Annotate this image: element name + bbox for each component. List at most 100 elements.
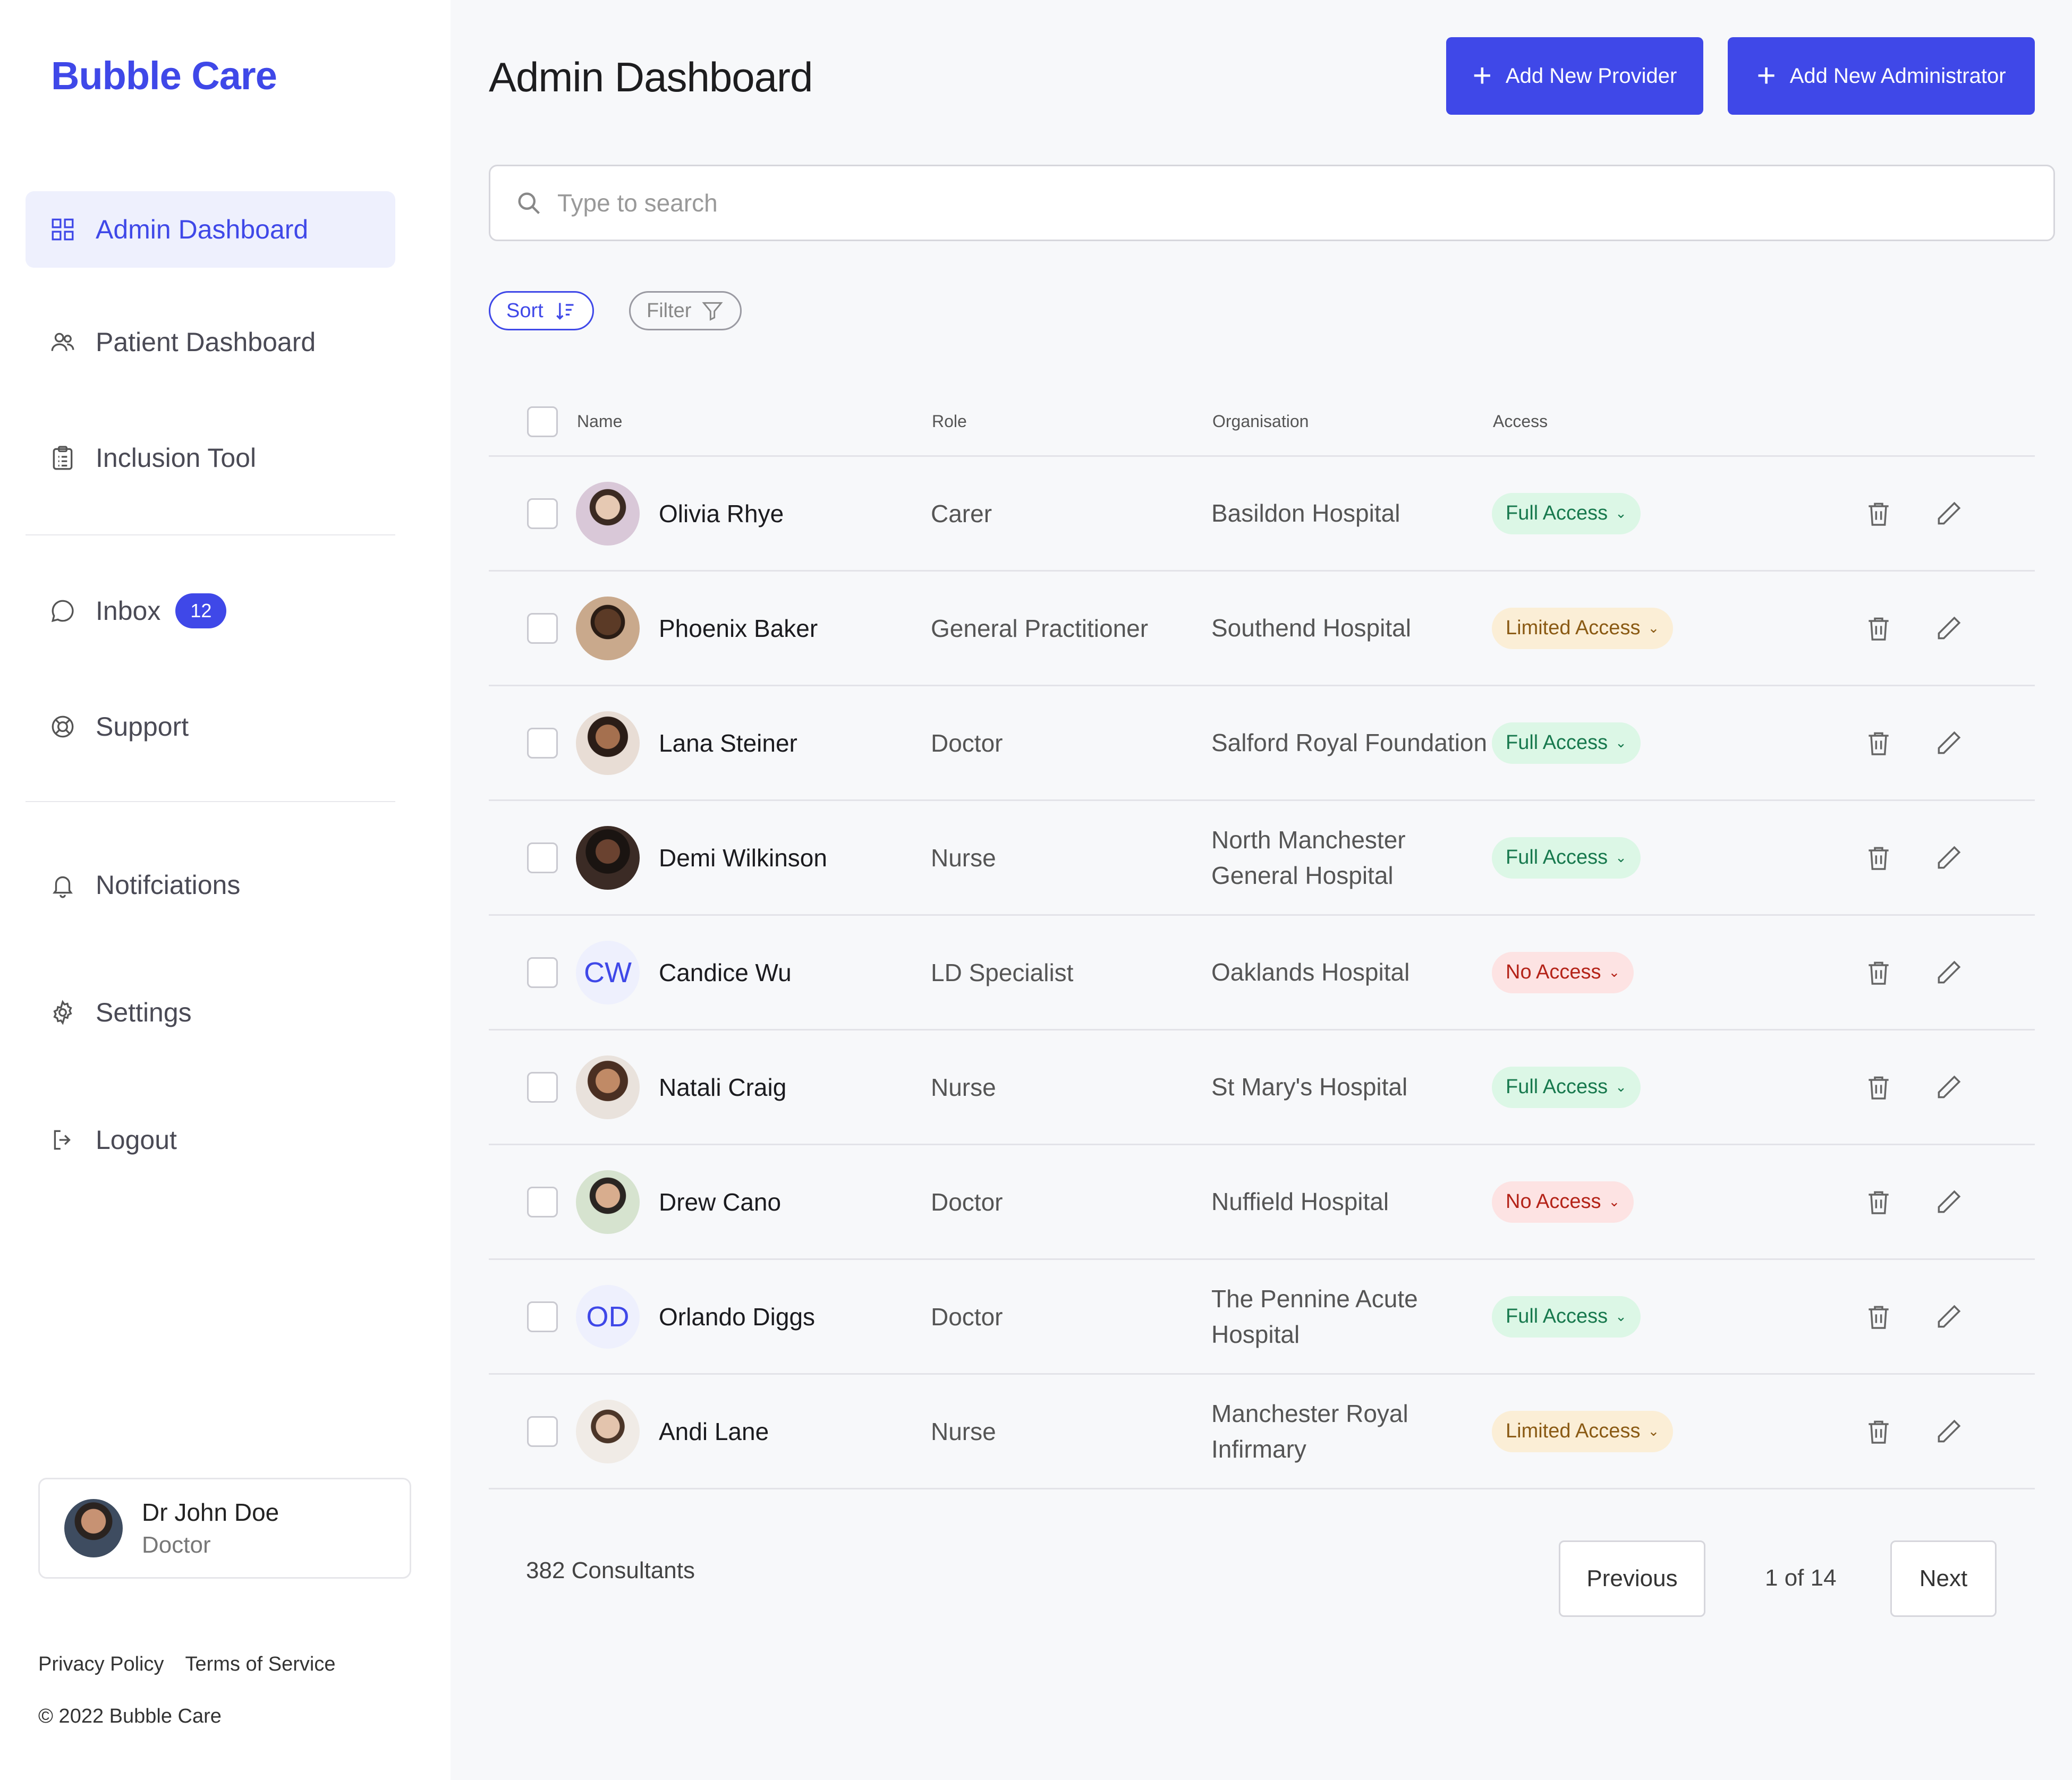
sort-icon xyxy=(556,303,574,320)
add-administrator-button[interactable]: + Add New Administrator xyxy=(1728,37,2035,115)
access-cell: No Access ⌄ xyxy=(1492,1181,1864,1223)
avatar xyxy=(64,1499,123,1557)
sort-button[interactable]: Sort xyxy=(489,291,594,330)
trash-icon[interactable] xyxy=(1864,614,1893,643)
table-row[interactable]: Phoenix Baker General Practitioner South… xyxy=(489,572,2035,686)
trash-icon[interactable] xyxy=(1864,1187,1893,1217)
select-all-checkbox[interactable] xyxy=(527,406,558,437)
row-actions xyxy=(1864,958,1964,987)
access-dropdown[interactable]: Limited Access ⌄ xyxy=(1492,1410,1674,1452)
table-row[interactable]: OD Orlando Diggs Doctor The Pennine Acut… xyxy=(489,1260,2035,1375)
next-page-button[interactable]: Next xyxy=(1890,1540,1997,1617)
access-dropdown[interactable]: Full Access ⌄ xyxy=(1492,722,1641,764)
trash-icon[interactable] xyxy=(1864,1072,1893,1102)
table-row[interactable]: Lana Steiner Doctor Salford Royal Founda… xyxy=(489,686,2035,801)
sidebar-item-admin-dashboard[interactable]: Admin Dashboard xyxy=(26,191,395,268)
sidebar-item-logout[interactable]: Logout xyxy=(26,1102,395,1178)
edit-icon[interactable] xyxy=(1934,958,1964,987)
user-organisation: Manchester Royal Infirmary xyxy=(1211,1399,1408,1463)
sidebar: Bubble Care Admin Dashboard Patient Dash… xyxy=(0,0,451,1780)
trash-icon[interactable] xyxy=(1864,499,1893,529)
edit-icon[interactable] xyxy=(1934,1417,1964,1446)
row-actions xyxy=(1864,1187,1964,1217)
trash-icon[interactable] xyxy=(1864,1417,1893,1446)
row-checkbox[interactable] xyxy=(527,612,558,644)
edit-icon[interactable] xyxy=(1934,1187,1964,1217)
access-dropdown[interactable]: No Access ⌄ xyxy=(1492,951,1634,993)
brand-logo[interactable]: Bubble Care xyxy=(51,53,277,98)
user-name: Olivia Rhye xyxy=(659,499,784,527)
privacy-policy-link[interactable]: Privacy Policy xyxy=(38,1653,164,1676)
search-bar[interactable] xyxy=(489,165,2055,241)
avatar xyxy=(576,711,640,775)
terms-of-service-link[interactable]: Terms of Service xyxy=(185,1653,336,1676)
filter-label: Filter xyxy=(647,299,692,322)
table-row[interactable]: Drew Cano Doctor Nuffield Hospital No Ac… xyxy=(489,1145,2035,1260)
row-checkbox[interactable] xyxy=(527,727,558,759)
user-role: Doctor xyxy=(931,729,1003,757)
sidebar-item-notifications[interactable]: Notifciations xyxy=(26,847,395,923)
sidebar-item-patient-dashboard[interactable]: Patient Dashboard xyxy=(26,304,395,380)
access-dropdown[interactable]: Full Access ⌄ xyxy=(1492,1296,1641,1338)
access-label: No Access xyxy=(1506,961,1601,983)
edit-icon[interactable] xyxy=(1934,1072,1964,1102)
user-profile-card[interactable]: Dr John Doe Doctor xyxy=(38,1478,411,1579)
access-dropdown[interactable]: Limited Access ⌄ xyxy=(1492,607,1674,649)
avatar xyxy=(576,1399,640,1463)
user-name: Natali Craig xyxy=(659,1073,787,1101)
table-row[interactable]: CW Candice Wu LD Specialist Oaklands Hos… xyxy=(489,916,2035,1030)
previous-page-button[interactable]: Previous xyxy=(1559,1540,1705,1617)
access-label: Full Access xyxy=(1506,1076,1608,1098)
table-row[interactable]: Andi Lane Nurse Manchester Royal Infirma… xyxy=(489,1375,2035,1489)
column-header-access[interactable]: Access xyxy=(1493,412,1548,431)
edit-icon[interactable] xyxy=(1934,499,1964,529)
sidebar-item-support[interactable]: Support xyxy=(26,688,395,765)
table-row[interactable]: Olivia Rhye Carer Basildon Hospital Full… xyxy=(489,457,2035,572)
row-actions xyxy=(1864,1417,1964,1446)
trash-icon[interactable] xyxy=(1864,728,1893,758)
table-row[interactable]: Demi Wilkinson Nurse North Manchester Ge… xyxy=(489,801,2035,916)
sidebar-item-settings[interactable]: Settings xyxy=(26,974,395,1051)
edit-icon[interactable] xyxy=(1934,728,1964,758)
lifebuoy-icon xyxy=(49,713,77,740)
filter-button[interactable]: Filter xyxy=(629,291,742,330)
column-header-organisation[interactable]: Organisation xyxy=(1212,412,1493,431)
row-checkbox[interactable] xyxy=(527,1071,558,1103)
access-label: Full Access xyxy=(1506,846,1608,868)
chevron-down-icon: ⌄ xyxy=(1648,1423,1660,1439)
search-icon xyxy=(518,192,540,215)
sidebar-item-inbox[interactable]: Inbox 12 xyxy=(26,573,395,649)
access-label: Full Access xyxy=(1506,502,1608,524)
trash-icon[interactable] xyxy=(1864,843,1893,873)
chevron-down-icon: ⌄ xyxy=(1615,1308,1627,1324)
profile-name: Dr John Doe xyxy=(142,1498,279,1526)
access-dropdown[interactable]: Full Access ⌄ xyxy=(1492,1066,1641,1108)
row-checkbox[interactable] xyxy=(527,498,558,529)
row-checkbox[interactable] xyxy=(527,842,558,873)
column-header-name[interactable]: Name xyxy=(577,412,932,431)
search-input[interactable] xyxy=(557,189,1992,217)
access-dropdown[interactable]: Full Access ⌄ xyxy=(1492,492,1641,534)
access-cell: Full Access ⌄ xyxy=(1492,1066,1864,1108)
edit-icon[interactable] xyxy=(1934,843,1964,873)
logout-icon xyxy=(49,1126,77,1154)
column-header-role[interactable]: Role xyxy=(932,412,1212,431)
trash-icon[interactable] xyxy=(1864,958,1893,987)
access-dropdown[interactable]: Full Access ⌄ xyxy=(1492,837,1641,879)
avatar xyxy=(576,596,640,660)
row-checkbox[interactable] xyxy=(527,1186,558,1217)
row-checkbox[interactable] xyxy=(527,1416,558,1447)
edit-icon[interactable] xyxy=(1934,614,1964,643)
plus-icon: + xyxy=(1756,57,1776,94)
edit-icon[interactable] xyxy=(1934,1302,1964,1332)
access-dropdown[interactable]: No Access ⌄ xyxy=(1492,1181,1634,1223)
user-organisation: Salford Royal Foundation xyxy=(1211,729,1488,757)
row-checkbox[interactable] xyxy=(527,957,558,988)
table-row[interactable]: Natali Craig Nurse St Mary's Hospital Fu… xyxy=(489,1030,2035,1145)
access-label: No Access xyxy=(1506,1190,1601,1213)
row-checkbox[interactable] xyxy=(527,1301,558,1332)
sidebar-item-inclusion-tool[interactable]: Inclusion Tool xyxy=(26,420,395,496)
trash-icon[interactable] xyxy=(1864,1302,1893,1332)
sidebar-item-label: Inbox xyxy=(96,596,161,626)
add-provider-button[interactable]: + Add New Provider xyxy=(1446,37,1703,115)
